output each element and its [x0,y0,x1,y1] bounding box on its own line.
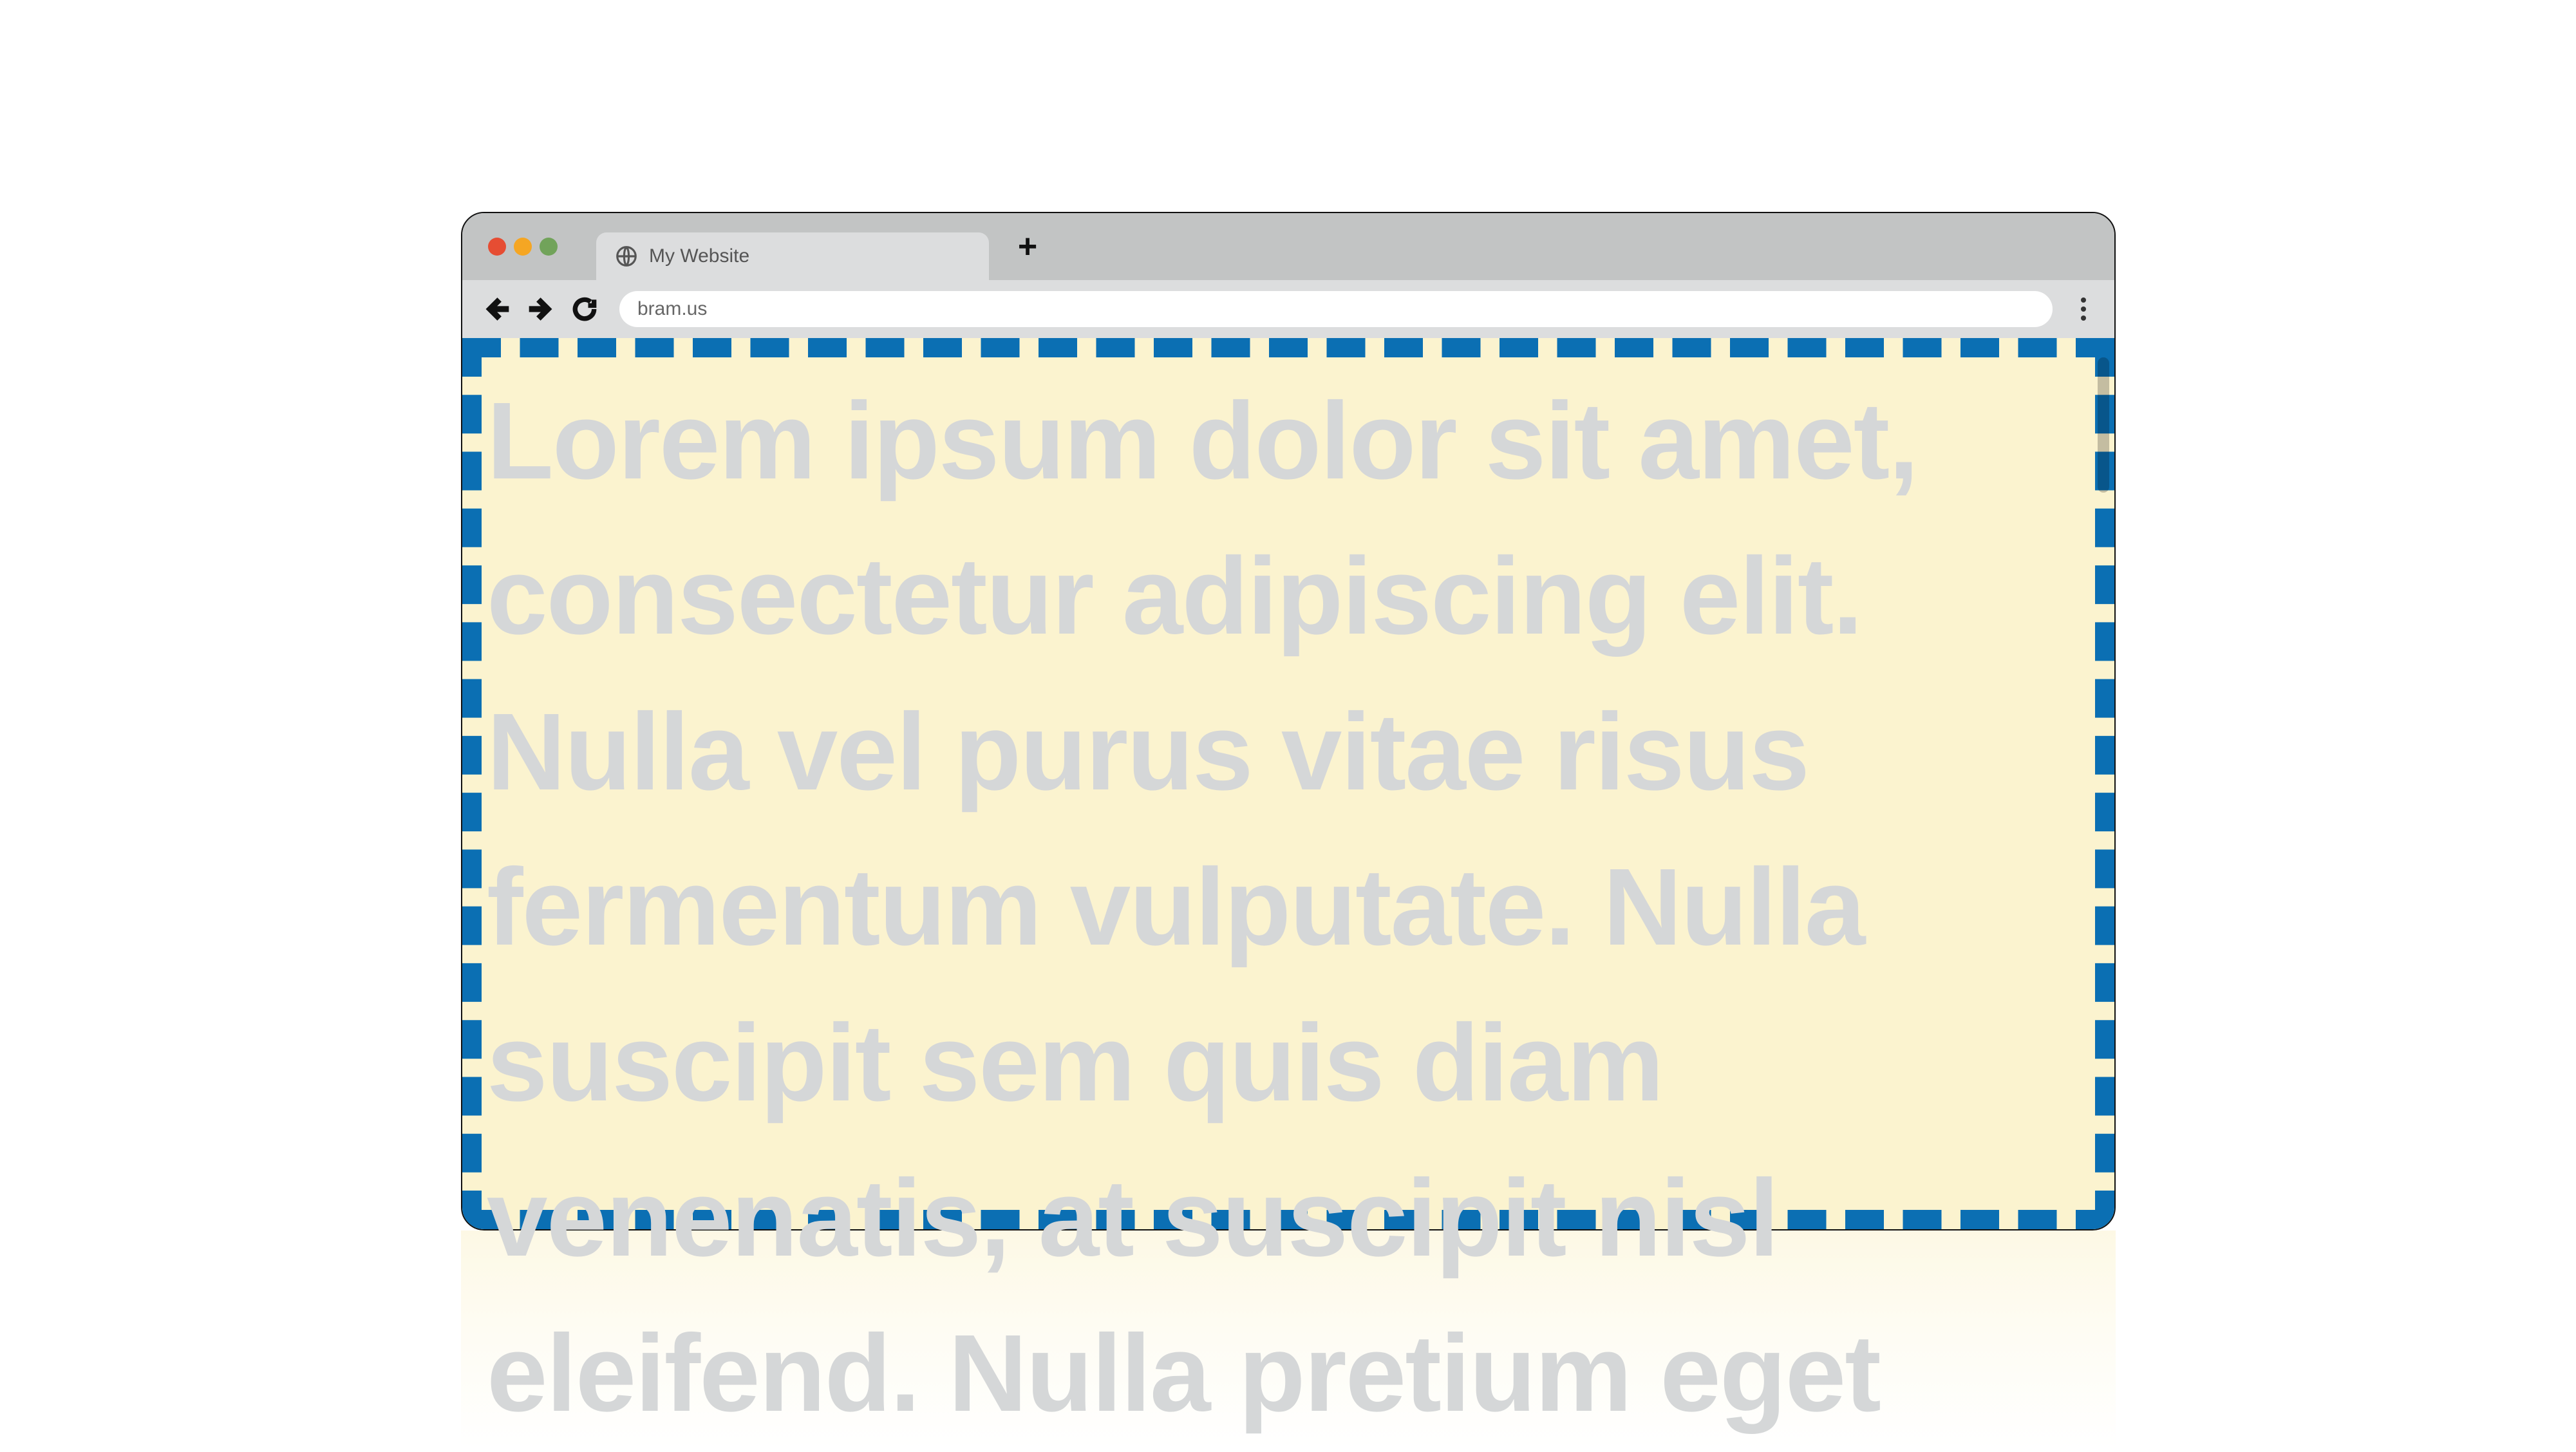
close-window-button[interactable] [488,238,506,256]
kebab-icon [2081,316,2086,321]
arrow-left-icon [483,295,511,323]
reload-icon [570,295,599,323]
address-bar[interactable] [619,291,2053,327]
arrow-right-icon [527,295,555,323]
globe-icon [614,244,639,269]
minimize-window-button[interactable] [514,238,532,256]
tab-strip: My Website + [462,213,2114,280]
maximize-window-button[interactable] [540,238,558,256]
browser-menu-button[interactable] [2068,290,2099,328]
tab-title: My Website [649,245,749,267]
toolbar [462,280,2114,338]
plus-icon: + [1018,227,1037,266]
page-body-text: Lorem ipsum dolor sit amet, consectetur … [487,364,2090,1452]
back-button[interactable] [478,290,516,328]
url-input[interactable] [637,298,2035,320]
scrollbar-thumb[interactable] [2098,357,2109,493]
kebab-icon [2081,297,2086,303]
new-tab-button[interactable]: + [1008,227,1047,266]
kebab-icon [2081,306,2086,312]
forward-button[interactable] [522,290,560,328]
window-controls [488,238,558,256]
browser-tab[interactable]: My Website [596,232,989,280]
reload-button[interactable] [565,290,604,328]
